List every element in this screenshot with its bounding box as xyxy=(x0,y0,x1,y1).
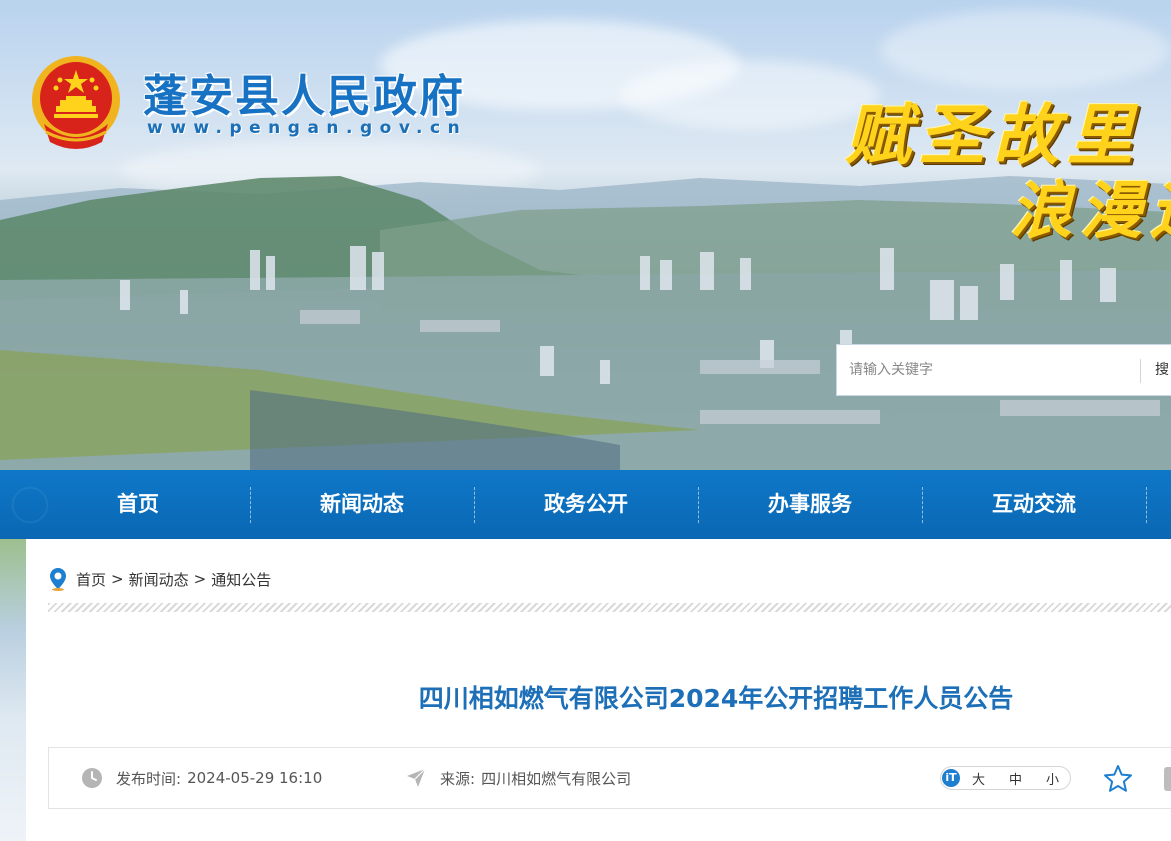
site-url: www.pengan.gov.cn xyxy=(147,118,468,138)
article-meta-bar: 发布时间: 2024-05-29 16:10 来源: 四川相如燃气有限公司 iT… xyxy=(48,747,1171,809)
nav-item-government-affairs[interactable]: 政务公开 xyxy=(474,470,698,539)
divider-stripe xyxy=(48,603,1171,612)
breadcrumb-link-home[interactable]: 首页 xyxy=(76,569,106,590)
star-favorite-icon[interactable] xyxy=(1103,764,1133,794)
search-button[interactable]: 搜 xyxy=(1155,359,1169,379)
search-divider xyxy=(1140,359,1141,383)
main-nav: 首页 新闻动态 政务公开 办事服务 互动交流 xyxy=(0,470,1171,539)
national-emblem-logo xyxy=(32,56,120,149)
breadcrumb: 首页 > 新闻动态 > 通知公告 xyxy=(48,567,271,591)
font-size-small-button[interactable]: 小 xyxy=(1046,769,1059,788)
search-box: 搜 xyxy=(836,344,1171,396)
font-size-control: iT 大 中 小 xyxy=(940,766,1071,790)
source-label: 来源: xyxy=(440,769,476,788)
article-panel: 首页 > 新闻动态 > 通知公告 四川相如燃气有限公司2024年公开招聘工作人员… xyxy=(26,539,1171,841)
publish-time: 发布时间: 2024-05-29 16:10 xyxy=(82,748,322,808)
font-size-medium-button[interactable]: 中 xyxy=(1009,769,1022,788)
article-source: 来源: 四川相如燃气有限公司 xyxy=(406,748,631,808)
clock-icon xyxy=(82,768,102,788)
site-title[interactable]: 蓬安县人民政府 xyxy=(143,60,465,124)
nav-item-home[interactable]: 首页 xyxy=(26,470,250,539)
share-icon[interactable] xyxy=(1164,767,1171,791)
breadcrumb-separator: > xyxy=(193,570,207,588)
font-size-large-button[interactable]: 大 xyxy=(972,769,985,788)
landscape-illustration xyxy=(0,176,1171,470)
header-banner: 蓬安县人民政府 www.pengan.gov.cn 赋圣故里 浪漫运 搜 xyxy=(0,0,1171,470)
location-pin-icon xyxy=(50,568,66,591)
nav-separator xyxy=(1146,487,1147,523)
breadcrumb-link-notices[interactable]: 通知公告 xyxy=(211,569,271,590)
breadcrumb-separator: > xyxy=(111,570,124,588)
publish-time-label: 发布时间: xyxy=(116,769,182,788)
font-size-icon: iT xyxy=(942,769,960,787)
nav-item-news[interactable]: 新闻动态 xyxy=(250,470,474,539)
nav-item-interaction[interactable]: 互动交流 xyxy=(922,470,1146,539)
send-arrow-icon xyxy=(407,768,426,787)
nav-item-services[interactable]: 办事服务 xyxy=(698,470,922,539)
source-value: 四川相如燃气有限公司 xyxy=(481,769,632,788)
slogan-line-2: 浪漫运 xyxy=(1010,174,1171,247)
cloud xyxy=(880,10,1170,90)
publish-time-value: 2024-05-29 16:10 xyxy=(187,769,323,787)
search-input[interactable] xyxy=(837,345,1137,395)
article-title: 四川相如燃气有限公司2024年公开招聘工作人员公告 xyxy=(418,684,1014,713)
cloud xyxy=(620,60,880,130)
breadcrumb-link-news[interactable]: 新闻动态 xyxy=(129,569,189,590)
background-strip xyxy=(0,539,26,841)
